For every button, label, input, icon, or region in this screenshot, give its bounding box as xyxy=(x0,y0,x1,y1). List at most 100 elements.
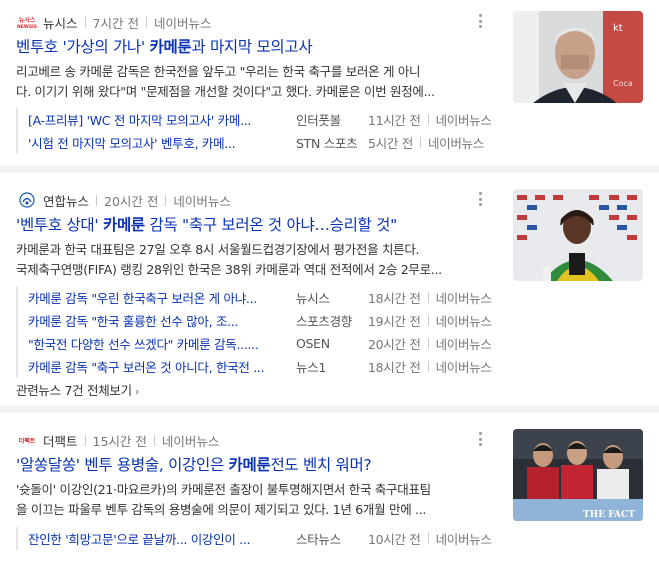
title-highlight: 카메룬 xyxy=(149,38,192,56)
published-time: 7시간 전 xyxy=(92,15,139,31)
desc-line: '슛돌이' 이강인(21·마요르카)의 카메룬전 출장이 불투명해지면서 한국 … xyxy=(16,482,431,497)
article-description[interactable]: '슛돌이' 이강인(21·마요르카)의 카메룬전 출장이 불투명해지면서 한국 … xyxy=(16,480,490,520)
related-news-title[interactable]: 잔인한 '희망고문'으로 끝날까... 이강인이 ... xyxy=(28,529,286,548)
title-text: 전도 벤치 워머? xyxy=(270,456,372,474)
svg-text:Coca: Coca xyxy=(613,79,633,88)
related-news-title[interactable]: 카메룬 감독 "축구 보러온 것 아니다, 한국전 ... xyxy=(28,357,286,376)
related-news-title[interactable]: [A-프리뷰] 'WC 전 마지막 모의고사' 카메... xyxy=(28,110,286,129)
newsis-logo-icon[interactable]: 뉴시스 NEWSIS xyxy=(16,14,38,30)
related-news-time: 19시간 전 xyxy=(368,314,421,329)
related-news-source[interactable]: 뉴시스 xyxy=(296,288,360,307)
naver-news-link[interactable]: 네이버뉴스 xyxy=(436,311,492,330)
source-name[interactable]: 연합뉴스 xyxy=(43,191,89,210)
naver-news-link[interactable]: 네이버뉴스 xyxy=(173,191,231,210)
desc-line: 다. 이기기 위해 왔다"며 "문제점을 개선할 것이다"고 했다. 카메룬은 … xyxy=(16,84,435,99)
naver-news-link[interactable]: 네이버뉴스 xyxy=(436,110,492,129)
desc-line: 국제축구연맹(FIFA) 랭킹 28위인 한국은 38위 카메룬과 역대 전적에… xyxy=(16,262,442,277)
naver-news-link[interactable]: 네이버뉴스 xyxy=(162,431,220,450)
article-thumbnail[interactable]: THE FACT xyxy=(513,429,643,521)
related-news-source[interactable]: STN 스포츠 xyxy=(296,133,360,152)
thumbnail-watermark: THE FACT xyxy=(583,510,635,520)
related-news-title[interactable]: 카메룬 감독 "한국 훌륭한 선수 많아, 조... xyxy=(28,311,286,330)
related-news-source[interactable]: 인터풋볼 xyxy=(296,110,360,129)
related-news-source[interactable]: 스포츠경향 xyxy=(296,311,360,330)
related-news-time: 20시간 전 xyxy=(368,337,421,352)
related-news-item: 카메룬 감독 "축구 보러온 것 아니다, 한국전 ... 뉴스1 18시간 전… xyxy=(16,355,492,378)
related-news-title[interactable]: 카메룬 감독 "우린 한국축구 보러온 게 아냐... xyxy=(28,288,286,307)
desc-line: 카메룬과 한국 대표팀은 27일 오후 8시 서울월드컵경기장에서 평가전을 치… xyxy=(16,242,420,257)
naver-news-link[interactable]: 네이버뉴스 xyxy=(436,529,492,548)
more-options-icon[interactable] xyxy=(477,430,483,448)
news-card-2: 연합뉴스 20시간 전 네이버뉴스 '벤투호 상대' 카메룬 감독 "축구 보러… xyxy=(0,178,659,403)
chevron-right-icon: › xyxy=(134,385,139,398)
svg-text:kt: kt xyxy=(613,23,623,34)
naver-news-link[interactable]: 네이버뉴스 xyxy=(436,288,492,307)
related-news-title[interactable]: "한국전 다양한 선수 쓰겠다" 카메룬 감독...... xyxy=(28,334,286,353)
related-news-list: 잔인한 '희망고문'으로 끝날까... 이강인이 ... 스타뉴스 10시간 전… xyxy=(16,527,492,550)
naver-news-link[interactable]: 네이버뉴스 xyxy=(436,357,492,376)
related-news-time: 5시간 전 xyxy=(368,136,413,151)
related-news-item: 잔인한 '희망고문'으로 끝날까... 이강인이 ... 스타뉴스 10시간 전… xyxy=(16,527,492,550)
desc-line: 리고베르 송 카메룬 감독은 한국전을 앞두고 "우리는 한국 축구를 보러온 … xyxy=(16,64,421,79)
all-related-news-link[interactable]: 관련뉴스 7건 전체보기 › xyxy=(16,380,139,399)
related-news-list: [A-프리뷰] 'WC 전 마지막 모의고사' 카메... 인터풋볼 11시간 … xyxy=(16,108,492,154)
title-text: 과 마지막 모의고사 xyxy=(191,38,313,56)
divider xyxy=(84,16,86,28)
title-text: '알쏭달쏭' 벤투 용병술, 이강인은 xyxy=(16,456,229,474)
divider xyxy=(84,434,86,446)
related-news-source[interactable]: 뉴스1 xyxy=(296,357,360,376)
all-news-label: 관련뉴스 7건 전체보기 xyxy=(16,383,132,398)
naver-news-link[interactable]: 네이버뉴스 xyxy=(436,334,492,353)
article-title[interactable]: '벤투호 상대' 카메룬 감독 "축구 보러온 것 아냐…승리할 것" xyxy=(16,213,486,235)
article-description[interactable]: 리고베르 송 카메룬 감독은 한국전을 앞두고 "우리는 한국 축구를 보러온 … xyxy=(16,62,490,102)
divider xyxy=(427,315,429,326)
related-news-item: 카메룬 감독 "우린 한국축구 보러온 게 아냐... 뉴시스 18시간 전 네… xyxy=(16,286,492,309)
divider xyxy=(153,434,155,446)
desc-line: 을 이끄는 파울루 벤투 감독의 용병술에 의문이 제기되고 있다. 1년 6개… xyxy=(16,502,427,517)
article-source: 연합뉴스 20시간 전 네이버뉴스 xyxy=(16,190,231,210)
title-highlight: 카메룬 xyxy=(228,456,271,474)
related-news-item: "한국전 다양한 선수 쓰겠다" 카메룬 감독...... OSEN 20시간 … xyxy=(16,332,492,355)
card-separator xyxy=(0,165,659,173)
related-news-item: 카메룬 감독 "한국 훌륭한 선수 많아, 조... 스포츠경향 19시간 전 … xyxy=(16,309,492,332)
article-thumbnail[interactable] xyxy=(513,189,643,281)
news-card-1: 뉴시스 NEWSIS 뉴시스 7시간 전 네이버뉴스 kt Coca 벤투호 '… xyxy=(0,0,659,165)
divider xyxy=(419,137,421,148)
yonhap-logo-icon[interactable] xyxy=(16,192,38,208)
divider xyxy=(427,292,429,303)
article-source: 뉴시스 NEWSIS 뉴시스 7시간 전 네이버뉴스 xyxy=(16,12,211,32)
related-news-item: [A-프리뷰] 'WC 전 마지막 모의고사' 카메... 인터풋볼 11시간 … xyxy=(16,108,492,131)
divider xyxy=(96,194,98,206)
more-options-icon[interactable] xyxy=(477,190,483,208)
title-text: '벤투호 상대' xyxy=(16,216,103,234)
divider xyxy=(427,533,429,544)
more-options-icon[interactable] xyxy=(477,12,483,30)
related-news-time: 11시간 전 xyxy=(368,113,421,128)
card-separator xyxy=(0,405,659,413)
article-thumbnail[interactable]: kt Coca xyxy=(513,11,643,103)
naver-news-link[interactable]: 네이버뉴스 xyxy=(154,13,212,32)
divider xyxy=(145,16,147,28)
title-text: 벤투호 '가상의 가나' xyxy=(16,38,150,56)
article-title[interactable]: '알쏭달쏭' 벤투 용병술, 이강인은 카메룬전도 벤치 워머? xyxy=(16,453,486,475)
source-name[interactable]: 더팩트 xyxy=(43,431,78,450)
source-name[interactable]: 뉴시스 xyxy=(43,13,78,32)
related-news-title[interactable]: '시험 전 마지막 모의고사' 벤투호, 카메... xyxy=(28,133,286,152)
published-time: 15시간 전 xyxy=(92,433,147,449)
related-news-time: 18시간 전 xyxy=(368,360,421,375)
naver-news-link[interactable]: 네이버뉴스 xyxy=(428,133,484,152)
related-news-list: 카메룬 감독 "우린 한국축구 보러온 게 아냐... 뉴시스 18시간 전 네… xyxy=(16,286,492,378)
thefact-logo-icon[interactable]: 더팩트 xyxy=(16,432,38,448)
related-news-time: 18시간 전 xyxy=(368,291,421,306)
divider xyxy=(427,361,429,372)
title-text: 감독 "축구 보러온 것 아냐…승리할 것" xyxy=(144,216,398,234)
published-time: 20시간 전 xyxy=(104,193,159,209)
related-news-source[interactable]: 스타뉴스 xyxy=(296,529,360,548)
article-title[interactable]: 벤투호 '가상의 가나' 카메룬과 마지막 모의고사 xyxy=(16,35,486,57)
svg-text:뉴시스: 뉴시스 xyxy=(19,17,36,24)
related-news-source[interactable]: OSEN xyxy=(296,336,360,351)
related-news-time: 10시간 전 xyxy=(368,532,421,547)
related-news-item: '시험 전 마지막 모의고사' 벤투호, 카메... STN 스포츠 5시간 전… xyxy=(16,131,492,154)
divider xyxy=(165,194,167,206)
article-description[interactable]: 카메룬과 한국 대표팀은 27일 오후 8시 서울월드컵경기장에서 평가전을 치… xyxy=(16,240,490,280)
